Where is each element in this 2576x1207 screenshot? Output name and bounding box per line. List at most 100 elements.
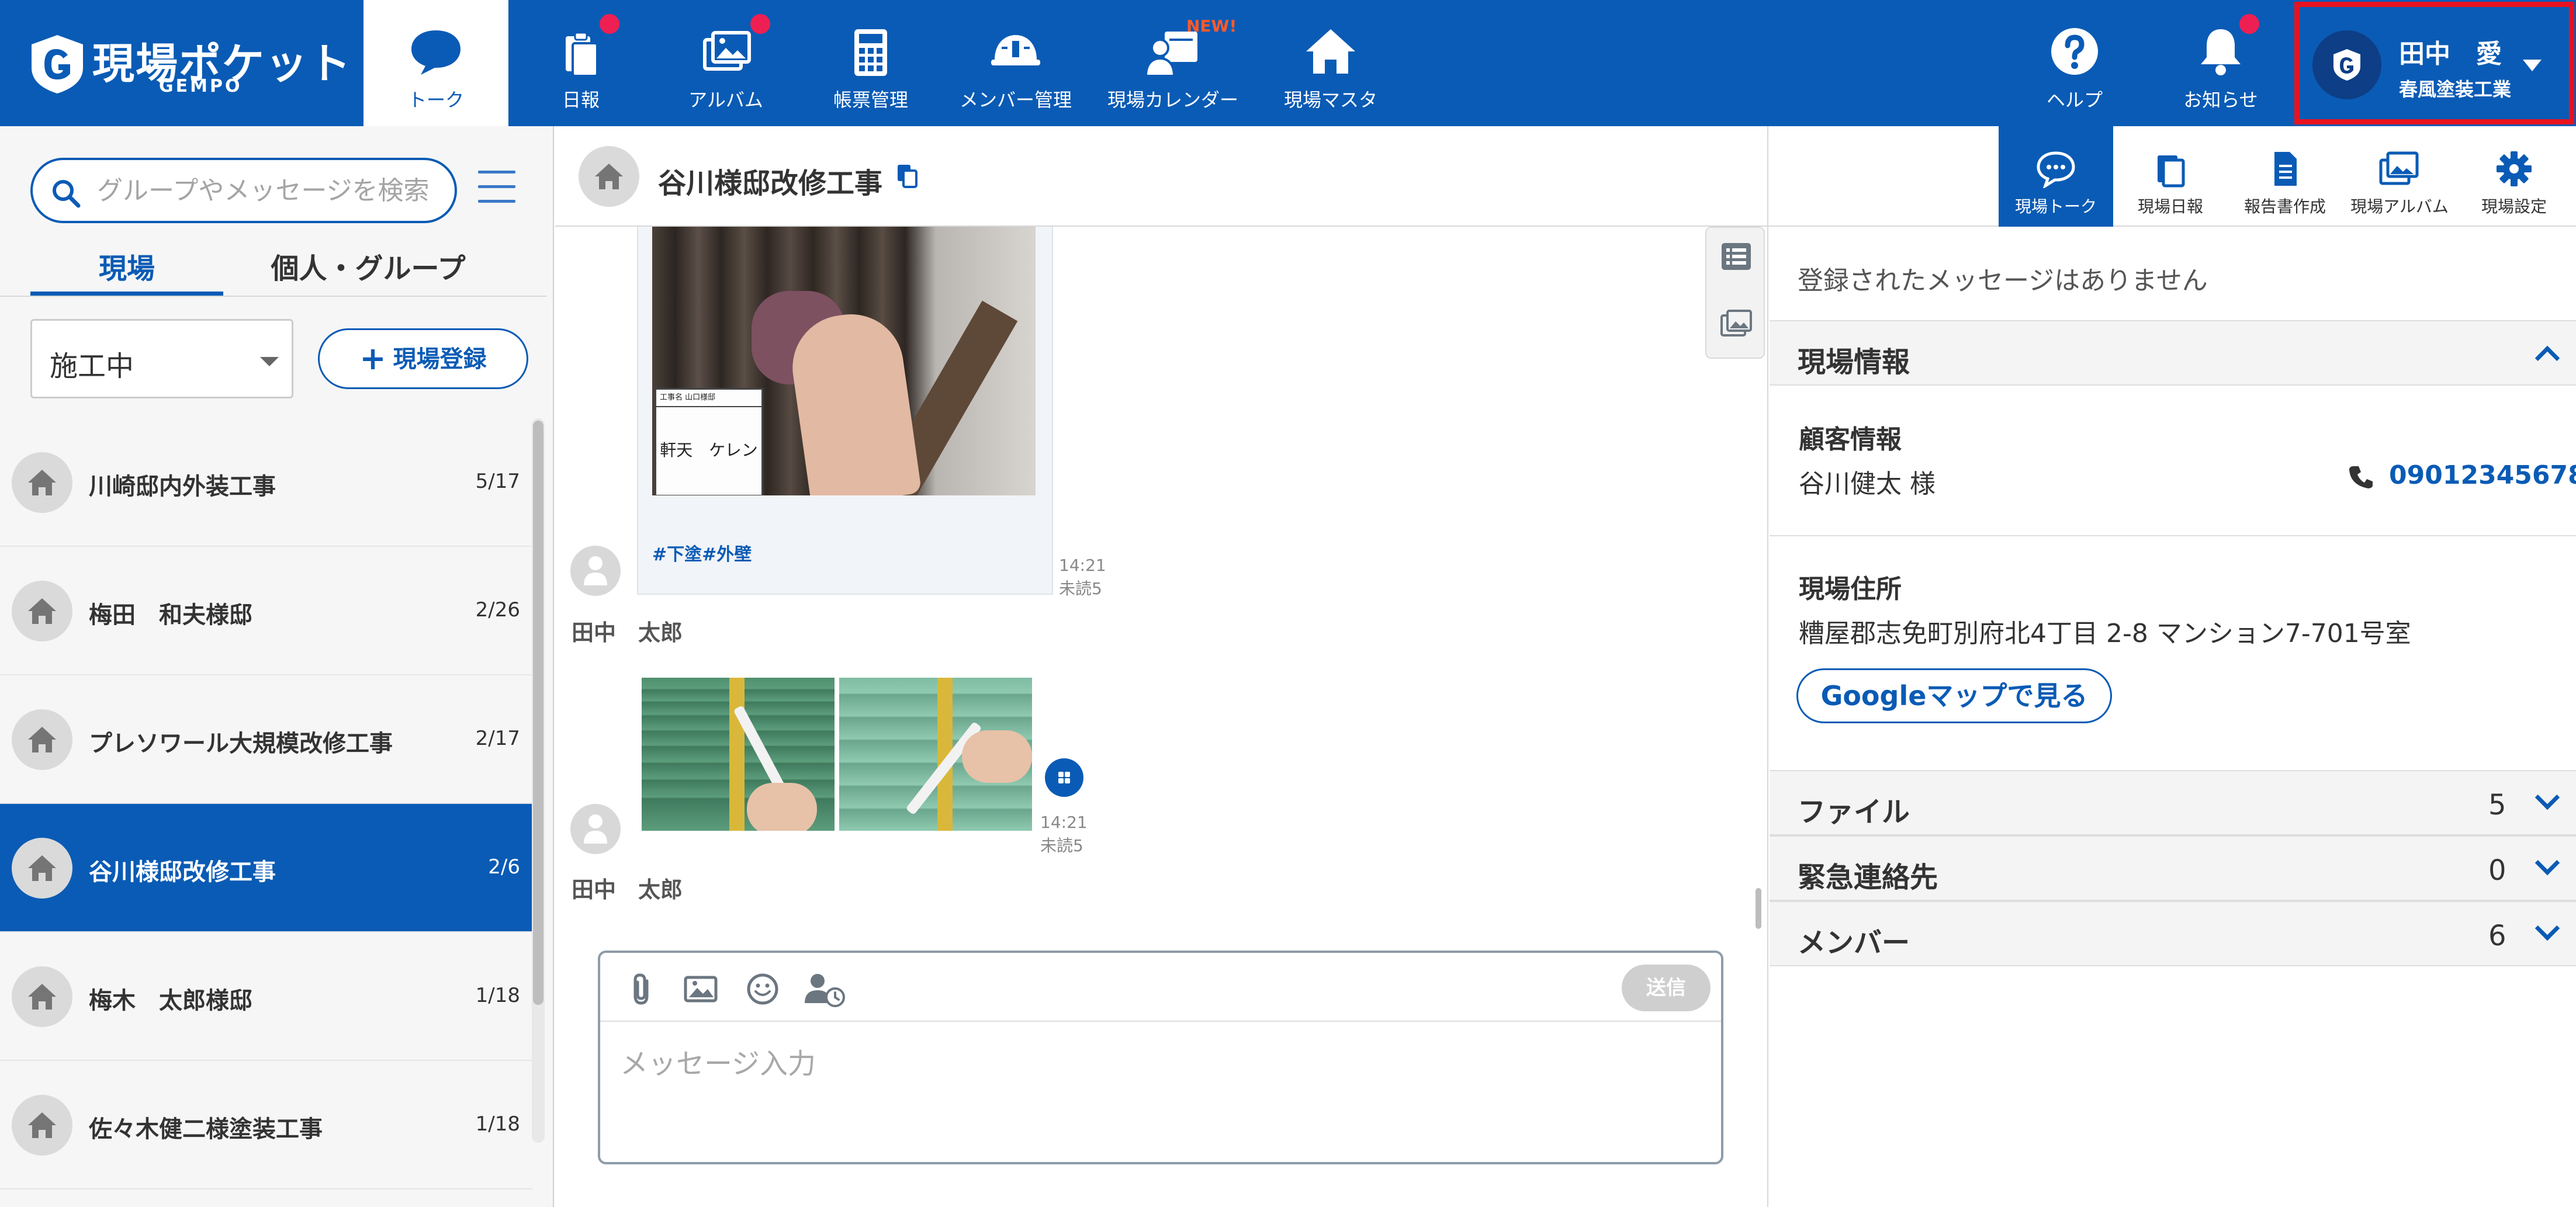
site-name: 梅田 和夫様邸 (89, 602, 252, 629)
send-button[interactable]: 送信 (1622, 965, 1711, 1011)
tab-site-album[interactable]: 現場アルバム (2342, 126, 2457, 227)
document-icon (2274, 152, 2297, 186)
site-item[interactable]: プレソワール大規模改修工事 2/17 (0, 675, 533, 804)
daily-report-icon (566, 32, 598, 77)
tab-sites[interactable]: 現場 (30, 245, 223, 296)
house-icon (28, 1112, 56, 1138)
site-avatar (12, 452, 72, 513)
customer-name: 谷川健太 様 (1799, 469, 1936, 499)
notification-dot (600, 14, 619, 34)
search-box[interactable] (30, 158, 457, 223)
album-icon[interactable] (1719, 306, 1753, 340)
site-unread-count: 1/18 (475, 1112, 520, 1136)
copy-icon[interactable] (895, 162, 920, 189)
image-icon[interactable] (682, 970, 719, 1008)
tab-site-talk[interactable]: 現場トーク (1999, 126, 2113, 227)
attachment-icon[interactable] (624, 970, 661, 1008)
talk-icon (2037, 151, 2075, 188)
nav-forms[interactable]: 帳票管理 (798, 0, 943, 126)
divider (1770, 535, 2576, 536)
chevron-down-icon (2535, 915, 2560, 941)
site-detail-pane: 現場トーク 現場日報 報告書作成 現場アルバム 現場設定 登録されたメッセージは… (1767, 126, 2576, 1207)
site-avatar (12, 581, 72, 641)
message-tags[interactable]: #下塗#外壁 (652, 540, 752, 566)
user-account-menu[interactable]: 田中 愛 春風塗装工業 (2294, 2, 2574, 124)
section-count: 5 (2488, 789, 2506, 821)
emoji-icon[interactable] (744, 970, 781, 1008)
message-photo[interactable] (642, 678, 835, 831)
tab-report-create[interactable]: 報告書作成 (2228, 126, 2342, 227)
notification-dot (2239, 14, 2259, 34)
nav-label: お知らせ (2183, 89, 2258, 111)
site-info-header[interactable]: 現場情報 (1770, 320, 2576, 386)
scrollbar-thumb[interactable] (533, 421, 543, 1005)
site-item-selected[interactable]: 谷川様邸改修工事 2/6 (0, 804, 533, 932)
message-photo[interactable] (839, 678, 1032, 831)
site-list-scrollbar[interactable] (532, 418, 545, 1143)
notification-dot (750, 14, 770, 34)
tab-divider (0, 296, 546, 297)
sender-avatar[interactable] (570, 804, 621, 854)
tab-label: 現場日報 (2137, 197, 2203, 216)
section-title: ファイル (1798, 796, 1910, 828)
nav-members[interactable]: メンバー管理 (943, 0, 1088, 126)
message-input[interactable] (620, 1040, 1695, 1146)
site-tabs: 現場トーク 現場日報 報告書作成 現場アルバム 現場設定 (1768, 126, 2576, 227)
chat-title: 谷川様邸改修工事 (658, 167, 883, 200)
tab-individual-group[interactable]: 個人・グループ (251, 245, 485, 296)
tab-site-daily-report[interactable]: 現場日報 (2113, 126, 2228, 227)
caret-down-icon (260, 357, 279, 366)
tab-label: 現場アルバム (2350, 197, 2449, 216)
nav-daily-report[interactable]: 日報 (508, 0, 653, 126)
house-icon (28, 470, 56, 495)
album-icon (2379, 151, 2419, 185)
chevron-up-icon (2535, 345, 2560, 371)
section-title: メンバー (1798, 927, 1910, 959)
emergency-contacts-section-header[interactable]: 緊急連絡先 0 (1770, 835, 2576, 901)
sender-avatar[interactable] (570, 546, 621, 596)
status-filter-select[interactable]: 施工中 (30, 319, 293, 398)
nav-label: 現場マスタ (1283, 89, 1377, 111)
photo-grid-icon[interactable] (1045, 758, 1083, 797)
tab-site-settings[interactable]: 現場設定 (2457, 126, 2571, 227)
register-site-button[interactable]: + 現場登録 (318, 328, 528, 389)
daily-report-icon (2158, 155, 2185, 188)
nav-album[interactable]: アルバム (653, 0, 798, 126)
gear-icon (2497, 151, 2532, 186)
nav-site-master[interactable]: 現場マスタ (1258, 0, 1404, 126)
google-map-button[interactable]: Googleマップで見る (1796, 668, 2112, 723)
blackboard-text: 軒天 ケレン (660, 441, 758, 460)
album-icon (703, 31, 751, 71)
section-count: 0 (2488, 854, 2506, 887)
person-icon (584, 814, 607, 844)
site-item[interactable]: 川崎邸内外装工事 5/17 (0, 418, 533, 547)
nav-calendar[interactable]: NEW! 現場カレンダー (1088, 0, 1258, 126)
site-item[interactable]: 梅田 和夫様邸 2/26 (0, 547, 533, 675)
nav-label: ヘルプ (2046, 89, 2103, 111)
nav-notifications[interactable]: お知らせ (2151, 0, 2291, 126)
help-icon (2051, 28, 2098, 75)
nav-talk[interactable]: トーク (363, 0, 508, 126)
list-icon[interactable] (1719, 240, 1753, 273)
message-photo[interactable]: 工事名 山口様邸 軒天 ケレン (652, 227, 1036, 495)
sender-name: 田中 太郎 (572, 620, 683, 646)
top-navigation-bar: 現場ポケット GEMPO トーク 日報 アルバム 帳票管理 メンバー管理 NEW… (0, 0, 2576, 126)
site-avatar (579, 146, 639, 207)
site-item[interactable]: 梅木 太郎様邸 1/18 (0, 932, 533, 1061)
user-company: 春風塗装工業 (2399, 78, 2512, 100)
section-count: 6 (2488, 920, 2506, 952)
app-logo[interactable]: 現場ポケット GEMPO (29, 29, 351, 99)
message-composer: 送信 (598, 951, 1723, 1164)
scheduled-send-icon[interactable] (802, 970, 847, 1008)
composer-toolbar: 送信 (600, 953, 1721, 1022)
site-item[interactable]: 佐々木健二様塗装工事 1/18 (0, 1061, 533, 1189)
phone-link[interactable]: 09012345678 (2348, 460, 2576, 495)
files-section-header[interactable]: ファイル 5 (1770, 770, 2576, 835)
members-section-header[interactable]: メンバー 6 (1770, 901, 2576, 966)
sender-name: 田中 太郎 (572, 877, 683, 903)
search-input[interactable] (97, 172, 448, 209)
nav-help[interactable]: ヘルプ (2004, 0, 2145, 126)
menu-icon[interactable] (478, 171, 515, 203)
chat-scrollbar[interactable] (1756, 888, 1761, 929)
site-unread-count: 2/17 (475, 727, 520, 750)
